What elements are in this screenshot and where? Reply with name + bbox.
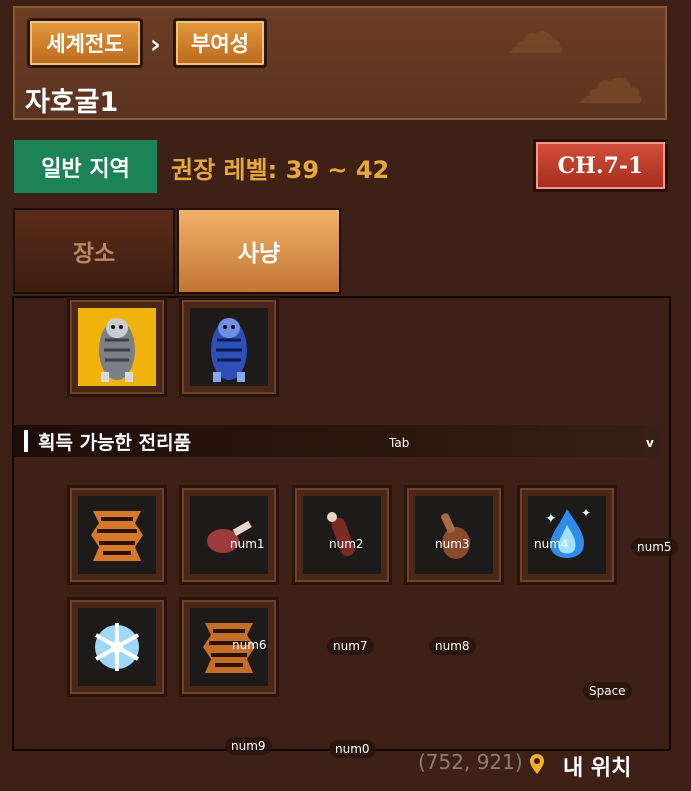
tiger-pelt-icon bbox=[78, 496, 156, 574]
monster-slot-blue-tiger[interactable] bbox=[179, 297, 279, 397]
key-hint-num8: num8 bbox=[429, 637, 476, 655]
breadcrumb-world-map-button[interactable]: 세계전도 bbox=[27, 18, 143, 68]
key-hint-num4: num4 bbox=[534, 537, 569, 551]
key-hint-num2: num2 bbox=[329, 537, 364, 551]
key-hint-v: v bbox=[646, 436, 654, 450]
loot-section-header: 획득 가능한 전리품 bbox=[14, 425, 669, 457]
key-hint-num0: num0 bbox=[329, 740, 376, 758]
cloud-ornament-icon: ☁ bbox=[505, 0, 565, 68]
key-hint-num1: num1 bbox=[230, 537, 265, 551]
zone-title: 자호굴1 bbox=[25, 87, 119, 118]
cloud-ornament-icon: ☁ bbox=[575, 38, 645, 120]
key-hint-num7: num7 bbox=[327, 637, 374, 655]
monster-slot-gray-tiger[interactable] bbox=[67, 297, 167, 397]
gray-tiger-icon bbox=[78, 308, 156, 386]
tab-hunt[interactable]: 사냥 bbox=[177, 208, 341, 294]
key-hint-tab: Tab bbox=[389, 436, 410, 450]
tab-place[interactable]: 장소 bbox=[13, 208, 175, 294]
section-marker bbox=[24, 430, 28, 452]
key-hint-space: Space bbox=[583, 682, 632, 700]
my-location-button[interactable]: 내 위치 bbox=[563, 750, 631, 782]
svg-text:✦: ✦ bbox=[581, 506, 591, 520]
loot-slot-tiger-pelt[interactable] bbox=[67, 485, 167, 585]
location-pin-icon bbox=[530, 754, 544, 774]
region-type-badge: 일반 지역 bbox=[14, 140, 157, 193]
loot-slot-snowflake[interactable] bbox=[67, 597, 167, 697]
chapter-button[interactable]: CH.7-1 bbox=[533, 139, 668, 192]
key-hint-num3: num3 bbox=[435, 537, 470, 551]
key-hint-num6: num6 bbox=[232, 638, 267, 652]
recommended-level: 권장 레벨: 39 ~ 42 bbox=[171, 156, 390, 184]
chevron-right-icon: › bbox=[150, 30, 161, 60]
zone-header: ☁ ☁ 세계전도 › 부여성 자호굴1 bbox=[13, 0, 667, 120]
key-hint-num5: num5 bbox=[631, 538, 678, 556]
breadcrumb-region-button[interactable]: 부여성 bbox=[173, 18, 267, 68]
coordinates-readout: (752, 921) bbox=[418, 750, 523, 774]
svg-text:✦: ✦ bbox=[545, 511, 557, 527]
snowflake-icon bbox=[78, 608, 156, 686]
loot-section-title: 획득 가능한 전리품 bbox=[38, 432, 192, 454]
blue-tiger-icon bbox=[190, 308, 268, 386]
key-hint-num9: num9 bbox=[225, 737, 272, 755]
